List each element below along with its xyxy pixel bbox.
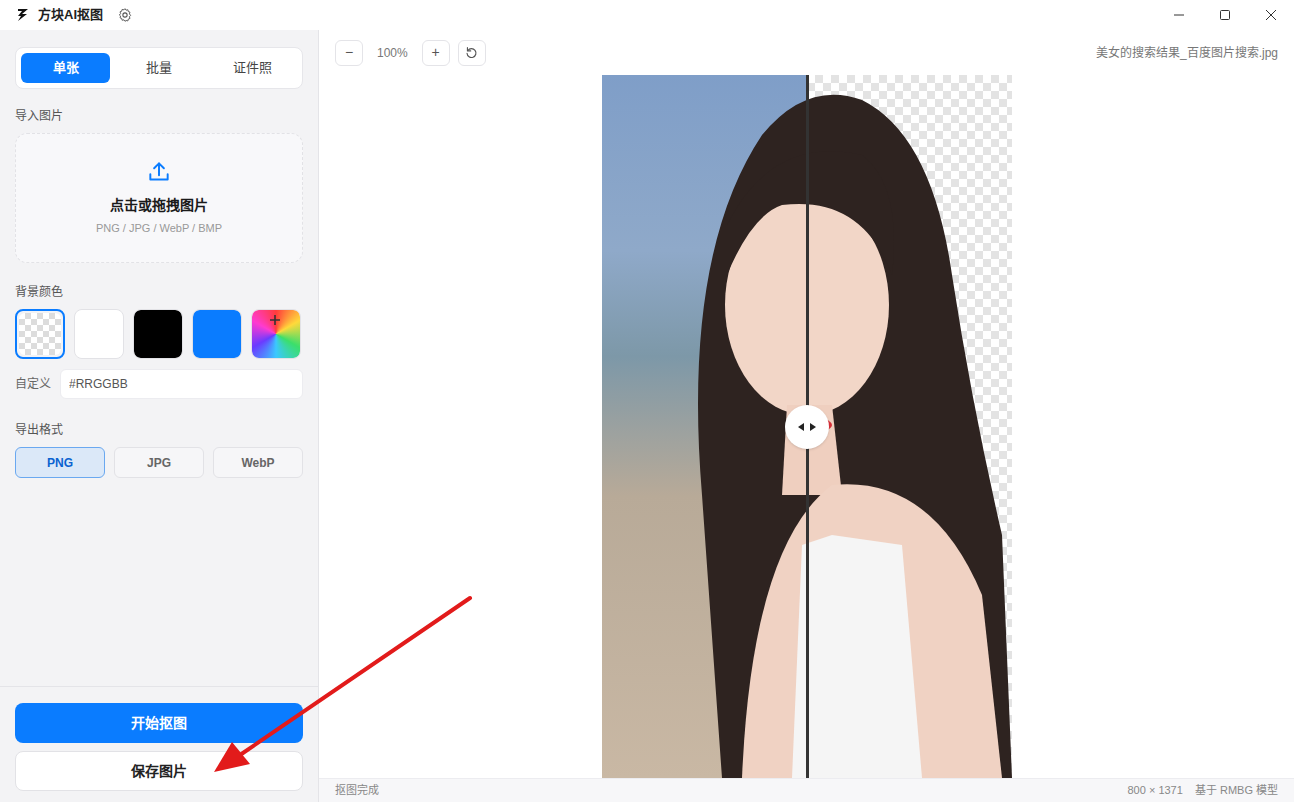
- upload-area[interactable]: 点击或拖拽图片 PNG / JPG / WebP / BMP: [15, 133, 303, 263]
- upload-formats: PNG / JPG / WebP / BMP: [96, 220, 222, 237]
- close-icon: [1265, 9, 1277, 21]
- custom-label: 自定义: [15, 375, 51, 393]
- zoom-in-button[interactable]: +: [422, 40, 450, 66]
- mode-tabs: 单张批量证件照: [15, 47, 303, 89]
- color-swatch[interactable]: [251, 309, 301, 359]
- color-swatch[interactable]: [74, 309, 124, 359]
- zoom-level: 100%: [371, 44, 414, 62]
- maximize-icon: [1219, 9, 1231, 21]
- format-option[interactable]: WebP: [213, 447, 303, 478]
- mode-tab[interactable]: 证件照: [208, 53, 297, 83]
- minimize-button[interactable]: [1156, 0, 1202, 30]
- drag-arrows-icon: [797, 422, 817, 432]
- canvas: [319, 75, 1294, 778]
- swatch-fill: [19, 313, 61, 355]
- image-size: 800 × 1371: [1128, 782, 1183, 799]
- swatch-fill: [134, 310, 182, 358]
- color-swatch[interactable]: [133, 309, 183, 359]
- transparent-background: [807, 75, 1012, 778]
- color-swatch[interactable]: [192, 309, 242, 359]
- title-bar: 方块AI抠图: [0, 0, 1294, 30]
- section-label: 导出格式: [15, 421, 303, 439]
- mode-tab[interactable]: 批量: [114, 53, 203, 83]
- main-area: − 100% + 美女的搜索结果_百度图片搜索.jpg: [319, 30, 1294, 802]
- upload-icon: [146, 159, 172, 185]
- compare-preview[interactable]: [602, 75, 1012, 778]
- sidebar: 单张批量证件照 导入图片 点击或拖拽图片 PNG / JPG / WebP / …: [0, 30, 319, 802]
- mode-tab[interactable]: 单张: [21, 53, 110, 83]
- custom-color-input[interactable]: [60, 369, 303, 399]
- window-title: 方块AI抠图: [38, 5, 103, 25]
- plus-icon: [268, 313, 282, 327]
- toolbar: − 100% + 美女的搜索结果_百度图片搜索.jpg: [319, 30, 1294, 75]
- status-bar: 抠图完成 800 × 1371 基于 RMBG 模型: [319, 778, 1294, 802]
- upload-prompt: 点击或拖拽图片: [110, 195, 208, 216]
- swatch-fill: [252, 310, 300, 358]
- file-name: 美女的搜索结果_百度图片搜索.jpg: [1096, 44, 1278, 62]
- start-button[interactable]: 开始抠图: [15, 703, 303, 743]
- format-option[interactable]: JPG: [114, 447, 204, 478]
- reset-icon: [465, 46, 478, 59]
- minimize-icon: [1173, 9, 1185, 21]
- save-button[interactable]: 保存图片: [15, 751, 303, 791]
- color-swatches: [15, 309, 303, 359]
- swatch-fill: [193, 310, 241, 358]
- compare-handle[interactable]: [785, 405, 829, 449]
- app-window: 方块AI抠图 单张批量证件照 导入图片 点击或拖拽图片 PNG / JPG / …: [0, 0, 1294, 802]
- model-name: 基于 RMBG 模型: [1195, 782, 1278, 799]
- reset-button[interactable]: [458, 40, 486, 66]
- logo-icon: [16, 8, 30, 22]
- section-label: 导入图片: [15, 107, 303, 125]
- close-button[interactable]: [1248, 0, 1294, 30]
- status-text: 抠图完成: [335, 782, 379, 799]
- section-label: 背景颜色: [15, 283, 303, 301]
- zoom-out-button[interactable]: −: [335, 40, 363, 66]
- format-options: PNG JPG WebP: [15, 447, 303, 478]
- format-option[interactable]: PNG: [15, 447, 105, 478]
- gear-icon[interactable]: [117, 7, 133, 23]
- swatch-fill: [75, 310, 123, 358]
- maximize-button[interactable]: [1202, 0, 1248, 30]
- color-swatch[interactable]: [15, 309, 65, 359]
- annotation-arrow-icon: [0, 0, 1294, 802]
- original-photo: [602, 75, 807, 778]
